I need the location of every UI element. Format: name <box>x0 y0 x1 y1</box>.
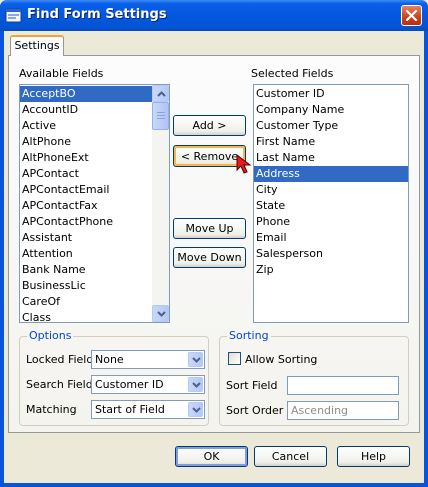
available-field-item[interactable]: AltPhone <box>20 134 153 150</box>
available-field-item[interactable]: Attention <box>20 246 153 262</box>
search-field-value: Customer ID <box>95 378 164 391</box>
selected-field-item[interactable]: Last Name <box>254 150 408 166</box>
available-field-item[interactable]: APContactPhone <box>20 214 153 230</box>
app-icon <box>5 7 22 24</box>
move-up-button[interactable]: Move Up <box>173 218 246 239</box>
allow-sorting-label[interactable]: Allow Sorting <box>245 353 317 366</box>
allow-sorting-checkbox[interactable] <box>228 352 241 365</box>
sort-field-input[interactable] <box>287 376 399 395</box>
search-field-label: Search Field <box>26 378 93 391</box>
available-field-item[interactable]: BusinessLic <box>20 278 153 294</box>
selected-field-item[interactable]: Company Name <box>254 102 408 118</box>
sort-order-label: Sort Order <box>226 404 284 417</box>
available-field-item[interactable]: AcceptBO <box>20 86 153 102</box>
selected-field-item[interactable]: City <box>254 182 408 198</box>
close-icon <box>405 9 418 22</box>
dialog-client: Settings Available Fields AcceptBO Accoun… <box>4 31 424 483</box>
selected-fields-label: Selected Fields <box>251 67 334 80</box>
chevron-down-icon <box>192 357 201 363</box>
scroll-thumb[interactable] <box>152 102 169 130</box>
close-button[interactable] <box>401 5 422 26</box>
available-rows: AcceptBO AccountID Active AltPhone AltPhoneE… <box>20 86 153 322</box>
available-fields-list[interactable]: AcceptBO AccountID Active AltPhone AltPhoneE… <box>19 84 170 323</box>
available-field-item[interactable]: Class <box>20 310 153 322</box>
chevron-down-icon <box>192 382 201 388</box>
settings-panel: Available Fields AcceptBO AccountID Active… <box>8 55 420 433</box>
matching-dropdown[interactable] <box>188 402 203 417</box>
ok-button[interactable]: OK <box>175 446 248 467</box>
available-field-item[interactable]: APContact <box>20 166 153 182</box>
selected-fields-list[interactable]: Customer ID Company Name Customer Type Firs… <box>253 84 409 323</box>
locked-field-select[interactable]: None <box>91 350 205 369</box>
sort-order-input[interactable]: Ascending <box>287 401 399 420</box>
scroll-down-button[interactable] <box>152 305 169 322</box>
title-bar[interactable]: Find Form Settings <box>0 0 428 31</box>
locked-field-dropdown[interactable] <box>188 352 203 367</box>
move-down-button[interactable]: Move Down <box>173 247 246 268</box>
available-field-item[interactable]: AltPhoneExt <box>20 150 153 166</box>
available-field-item[interactable]: APContactFax <box>20 198 153 214</box>
selected-field-item[interactable]: Customer Type <box>254 118 408 134</box>
selected-field-item[interactable]: Salesperson <box>254 246 408 262</box>
selected-field-item[interactable]: Zip <box>254 262 408 278</box>
sorting-title: Sorting <box>227 329 271 342</box>
add-button[interactable]: Add > <box>173 115 246 136</box>
scroll-up-button[interactable] <box>152 85 169 102</box>
selected-field-item[interactable]: Address <box>254 166 408 182</box>
options-title: Options <box>27 329 74 342</box>
selected-field-item[interactable]: Email <box>254 230 408 246</box>
available-field-item[interactable]: APContactEmail <box>20 182 153 198</box>
matching-label: Matching <box>26 403 77 416</box>
help-button[interactable]: Help <box>337 446 410 467</box>
mouse-pointer-icon <box>236 153 252 174</box>
matching-select[interactable]: Start of Field <box>91 400 205 419</box>
chevron-down-icon <box>192 407 201 413</box>
search-field-select[interactable]: Customer ID <box>91 375 205 394</box>
selected-rows: Customer ID Company Name Customer Type Firs… <box>254 86 408 278</box>
selected-field-item[interactable]: First Name <box>254 134 408 150</box>
tab-settings[interactable]: Settings <box>10 35 64 56</box>
available-scrollbar[interactable] <box>152 85 169 322</box>
available-fields-label: Available Fields <box>19 67 104 80</box>
cancel-button[interactable]: Cancel <box>254 446 327 467</box>
sort-field-label: Sort Field <box>226 379 278 392</box>
search-field-dropdown[interactable] <box>188 377 203 392</box>
available-field-item[interactable]: Active <box>20 118 153 134</box>
dialog-window: Find Form Settings Settings Available Fi… <box>0 0 428 487</box>
chevron-down-icon <box>157 311 166 317</box>
selected-field-item[interactable]: Customer ID <box>254 86 408 102</box>
available-field-item[interactable]: Assistant <box>20 230 153 246</box>
locked-field-label: Locked Field <box>26 353 94 366</box>
matching-value: Start of Field <box>95 403 165 416</box>
selected-field-item[interactable]: Phone <box>254 214 408 230</box>
available-field-item[interactable]: Bank Name <box>20 262 153 278</box>
available-field-item[interactable]: CareOf <box>20 294 153 310</box>
available-field-item[interactable]: AccountID <box>20 102 153 118</box>
chevron-up-icon <box>157 91 166 97</box>
window-title: Find Form Settings <box>27 7 167 22</box>
selected-field-item[interactable]: State <box>254 198 408 214</box>
sort-order-value: Ascending <box>291 404 349 417</box>
locked-field-value: None <box>95 353 124 366</box>
